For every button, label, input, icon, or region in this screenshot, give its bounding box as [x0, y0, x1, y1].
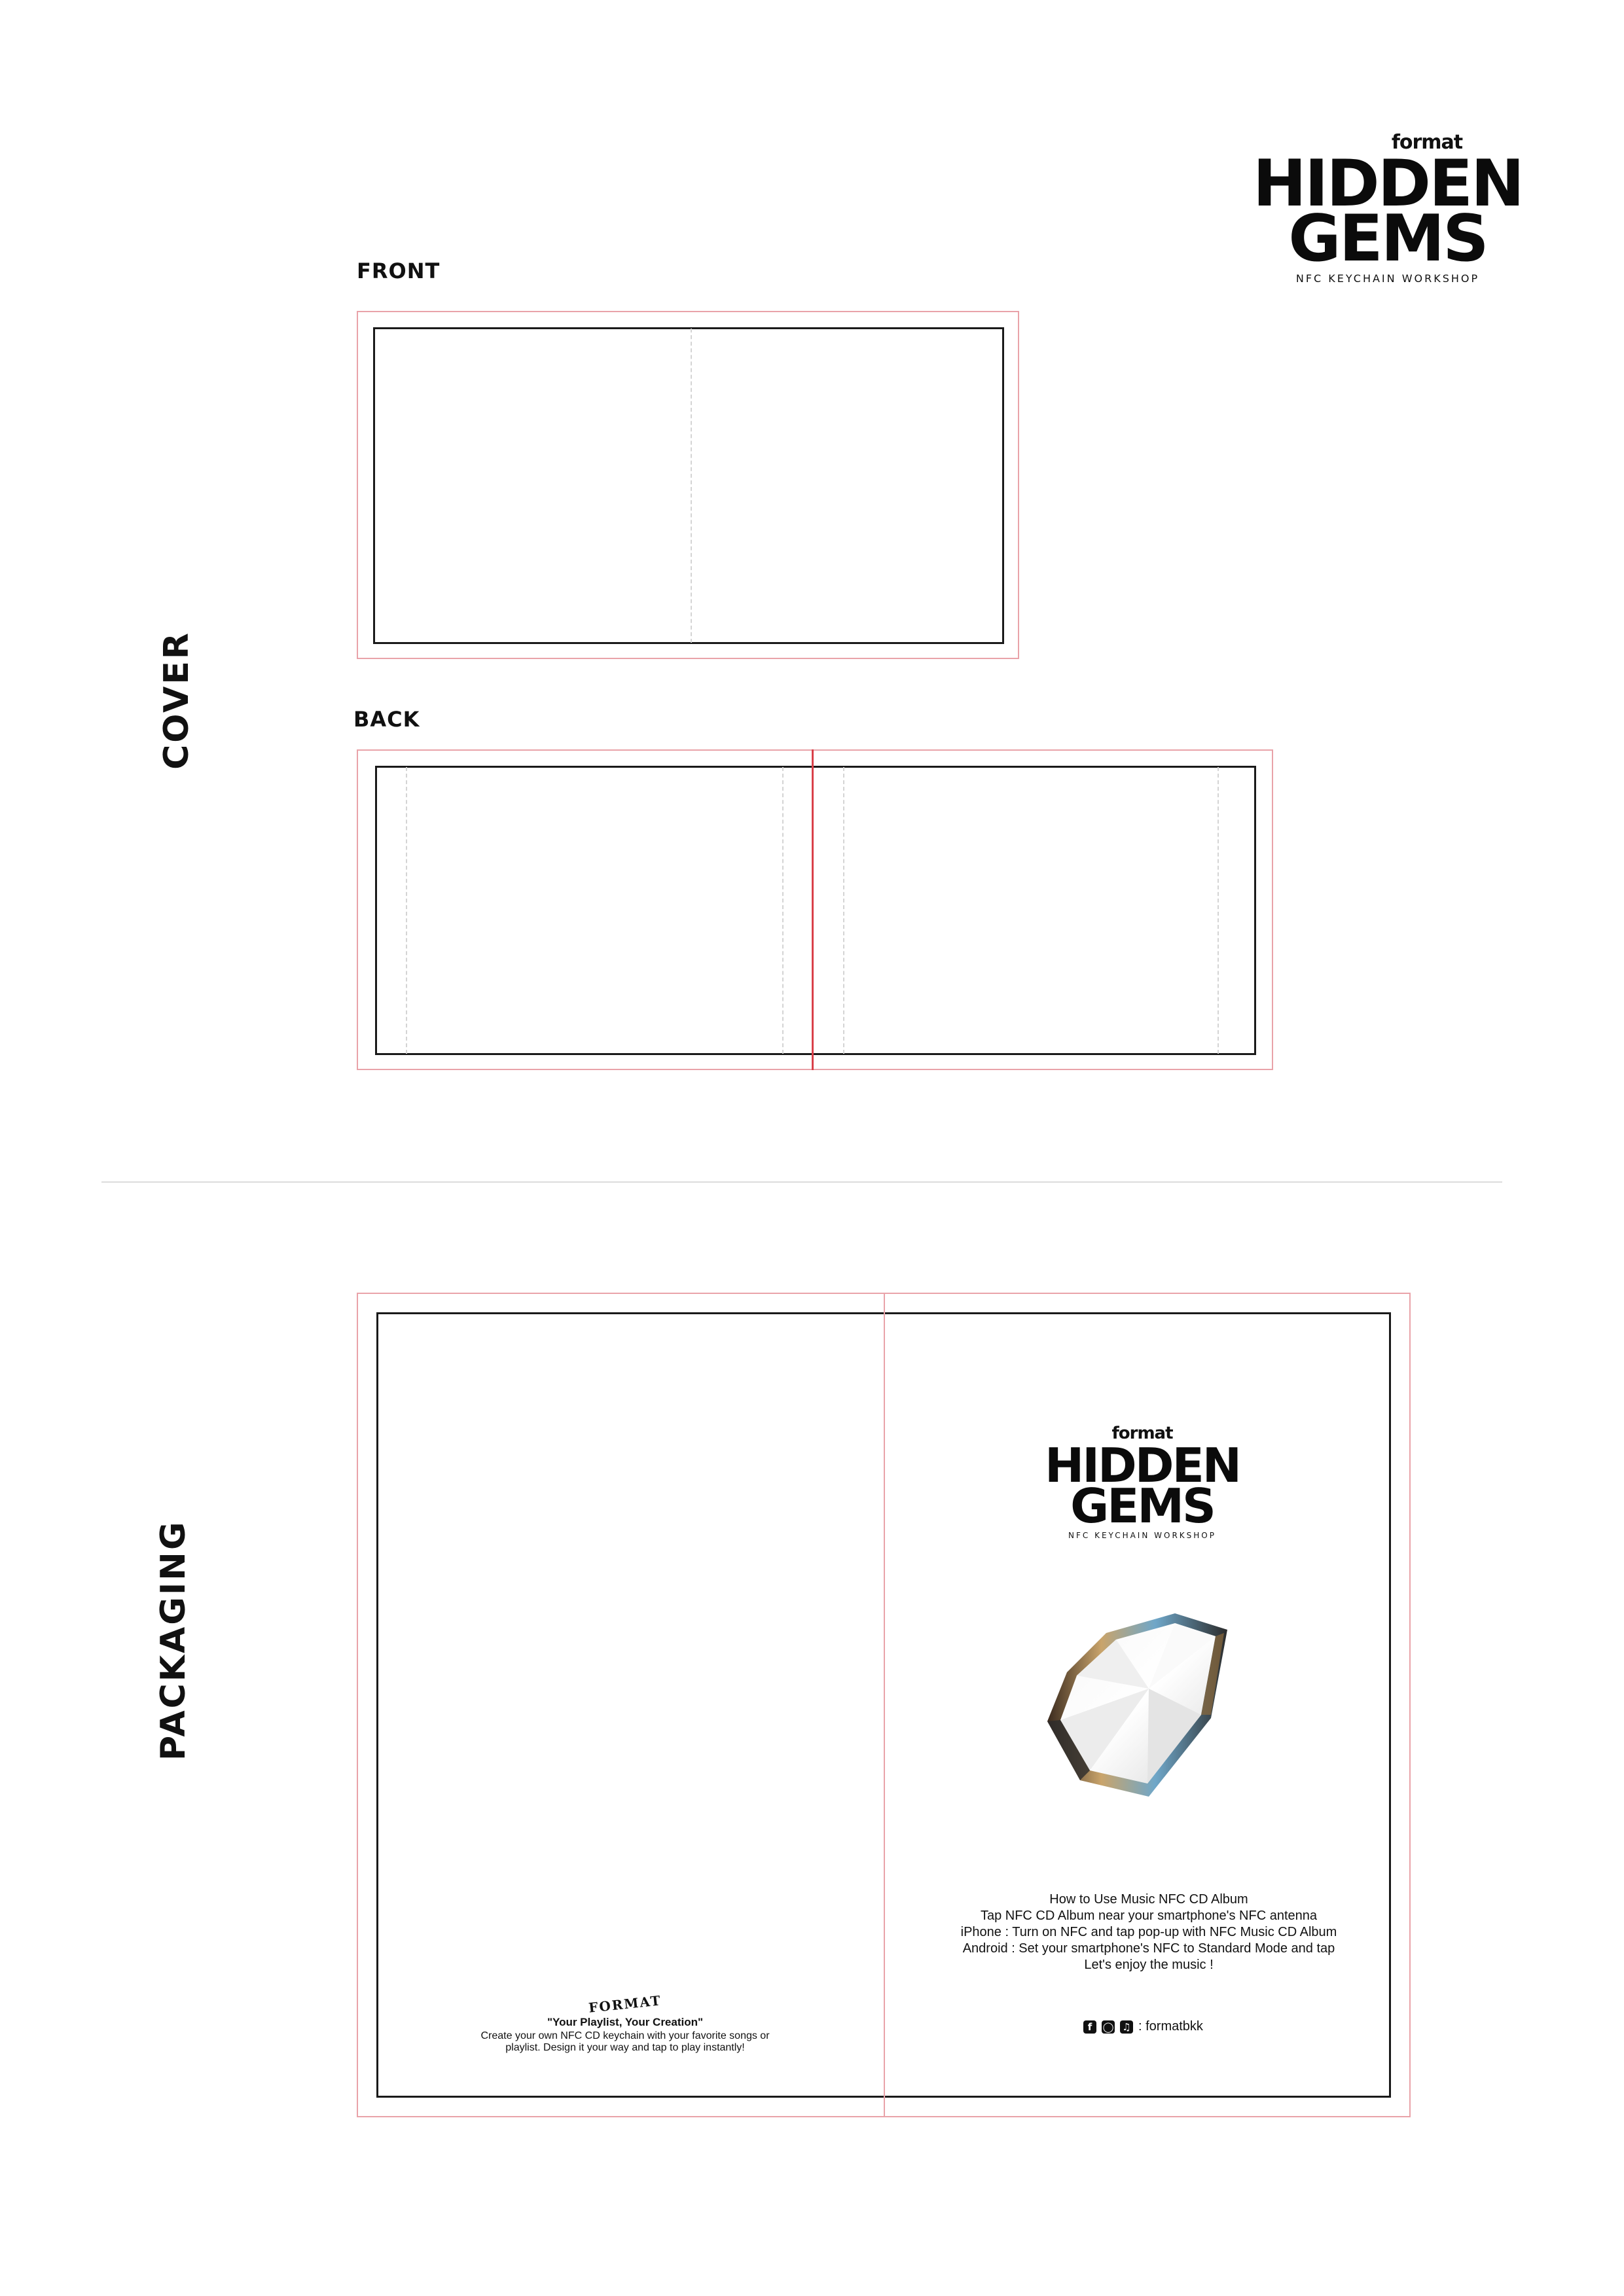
back-panel-tagline: FORMAT "Your Playlist, Your Creation" Cr…: [429, 1992, 821, 2054]
format-brand-mark: FORMAT: [588, 1992, 662, 2016]
packaging-logo-subtitle: NFC KEYCHAIN WORKSHOP: [1068, 1530, 1216, 1540]
back-fold-line-4: [1218, 767, 1219, 1054]
tagline-body-line: playlist. Design it your way and tap to …: [505, 2042, 745, 2053]
front-label: FRONT: [357, 259, 441, 283]
back-label: BACK: [353, 707, 420, 732]
gem-illustration: [1044, 1610, 1234, 1806]
front-fold-line: [691, 329, 692, 643]
tagline-body-line: Create your own NFC CD keychain with you…: [480, 2030, 770, 2041]
back-spine-line: [812, 749, 814, 1070]
back-fold-line-2: [782, 767, 784, 1054]
tiktok-icon: ♫: [1120, 2020, 1133, 2034]
instruction-line: Tap NFC CD Album near your smartphone's …: [980, 1909, 1318, 1923]
social-handle: : formatbkk: [1138, 2019, 1203, 2034]
tagline-headline: "Your Playlist, Your Creation": [547, 2016, 704, 2028]
instagram-icon: ◯: [1102, 2020, 1115, 2034]
nfc-instructions: How to Use Music NFC CD Album Tap NFC CD…: [920, 1892, 1378, 1973]
instruction-line: How to Use Music NFC CD Album: [1049, 1892, 1248, 1907]
header-logo: format HIDDEN GEMS NFC KEYCHAIN WORKSHOP: [1244, 131, 1532, 285]
section-divider: [101, 1181, 1502, 1183]
facebook-icon: f: [1083, 2020, 1096, 2034]
instruction-line: Android : Set your smartphone's NFC to S…: [962, 1941, 1335, 1956]
front-trim-frame: [373, 327, 1004, 644]
header-logo-subtitle: NFC KEYCHAIN WORKSHOP: [1295, 272, 1480, 285]
back-fold-line-3: [843, 767, 844, 1054]
packaging-fold-line: [884, 1293, 885, 2117]
back-fold-line-1: [406, 767, 407, 1054]
social-row: f ◯ ♫ : formatbkk: [1083, 2019, 1203, 2034]
instruction-line: Let's enjoy the music !: [1084, 1958, 1214, 1972]
packaging-logo: format HIDDEN GEMS NFC KEYCHAIN WORKSHOP: [1011, 1424, 1273, 1540]
cover-section-label: COVER: [157, 631, 196, 770]
packaging-section-label: PACKAGING: [154, 1520, 193, 1761]
instruction-line: iPhone : Turn on NFC and tap pop-up with…: [960, 1925, 1337, 1939]
back-trim-frame: [375, 766, 1256, 1055]
